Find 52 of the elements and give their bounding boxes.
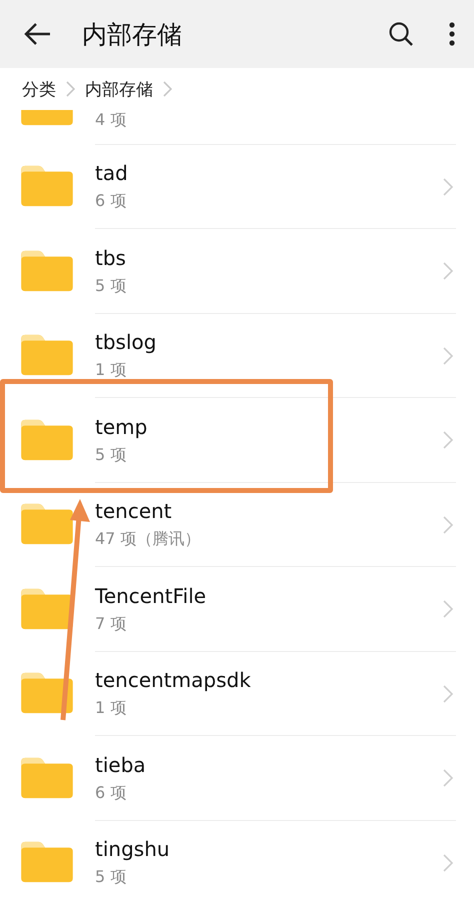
item-count: 5 项 bbox=[95, 867, 126, 888]
folder-icon bbox=[19, 333, 75, 378]
item-count: 5 项 bbox=[95, 444, 126, 466]
item-count: 47 项（腾讯） bbox=[95, 529, 200, 550]
folder-name: tencentmapsdk bbox=[95, 668, 251, 692]
chevron-icon bbox=[443, 346, 454, 365]
chevron-icon bbox=[443, 600, 454, 618]
more-icon bbox=[448, 21, 456, 47]
folder-row[interactable]: tencent 47 项（腾讯） bbox=[0, 482, 474, 566]
folder-row[interactable]: temp 5 项 bbox=[0, 398, 474, 482]
folder-row[interactable]: TencentFile 7 项 bbox=[0, 566, 474, 651]
folder-name: tad bbox=[95, 161, 128, 186]
back-icon bbox=[24, 22, 52, 46]
chevron-icon bbox=[443, 178, 454, 196]
chevron-icon bbox=[66, 81, 75, 97]
item-count: 7 项 bbox=[95, 614, 126, 635]
folder-row[interactable]: tad 6 项 bbox=[0, 144, 474, 228]
folder-icon bbox=[19, 248, 75, 293]
folder-row[interactable]: tbs 5 项 bbox=[0, 228, 474, 313]
item-count: 1 项 bbox=[95, 698, 126, 720]
folder-icon bbox=[19, 164, 75, 208]
folder-name: tieba bbox=[95, 752, 146, 777]
chevron-icon bbox=[443, 854, 454, 872]
folder-name: tbs bbox=[95, 246, 126, 270]
item-count: 6 项 bbox=[95, 782, 126, 804]
chevron-icon bbox=[443, 516, 454, 534]
chevron-icon bbox=[443, 769, 454, 788]
folder-name: temp bbox=[95, 414, 148, 439]
folder-row[interactable]: tencentmapsdk 1 项 bbox=[0, 651, 474, 736]
item-count: 6 项 bbox=[95, 191, 126, 212]
folder-row[interactable]: tbslog 1 项 bbox=[0, 313, 474, 398]
search-icon bbox=[388, 21, 414, 47]
folder-icon bbox=[19, 502, 75, 546]
folder-row[interactable]: tieba 6 项 bbox=[0, 736, 474, 820]
folder-name: TencentFile bbox=[95, 584, 206, 608]
chevron-icon bbox=[443, 684, 454, 703]
chevron-icon bbox=[163, 81, 172, 97]
folder-icon bbox=[19, 418, 75, 462]
folder-name: tingshu bbox=[95, 837, 170, 862]
screen-title: 内部存储 bbox=[82, 18, 183, 50]
folder-name: tencent bbox=[95, 499, 172, 524]
breadcrumb-item[interactable]: 分类 bbox=[22, 78, 56, 100]
folder-row[interactable]: tingshu 5 项 bbox=[0, 820, 474, 898]
chevron-icon bbox=[443, 262, 454, 280]
folder-icon bbox=[19, 840, 75, 884]
folder-icon bbox=[19, 756, 75, 800]
item-count: 5 项 bbox=[95, 276, 126, 297]
chevron-icon bbox=[443, 431, 454, 450]
item-count: 4 项 bbox=[95, 110, 126, 131]
breadcrumb-item[interactable]: 内部存储 bbox=[85, 78, 153, 100]
item-count: 1 项 bbox=[95, 360, 126, 382]
folder-name: tbslog bbox=[95, 330, 156, 354]
